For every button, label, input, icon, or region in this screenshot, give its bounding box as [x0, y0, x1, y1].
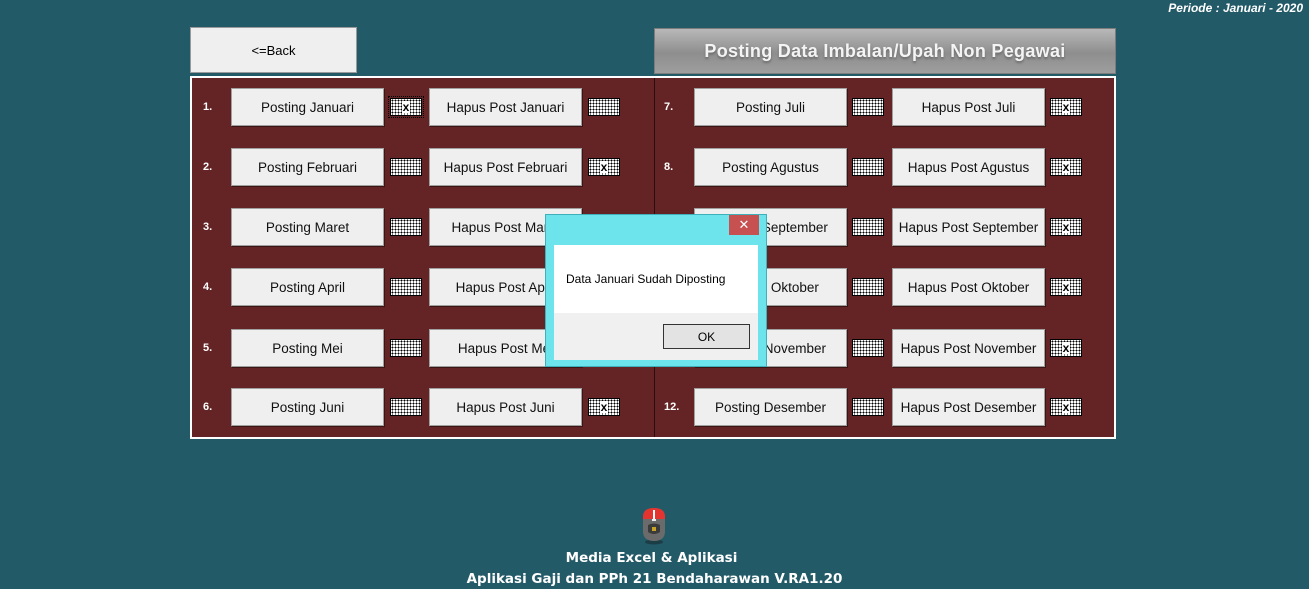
- posting-checkbox[interactable]: [390, 218, 422, 236]
- row-number: 3.: [203, 221, 213, 233]
- hapus-post-button[interactable]: Hapus Post Juni: [429, 388, 582, 426]
- hapus-checkbox[interactable]: x: [1050, 339, 1082, 357]
- message-dialog: ✕ Data Januari Sudah Diposting OK: [545, 214, 767, 367]
- hapus-post-button[interactable]: Hapus Post Agustus: [892, 148, 1045, 186]
- checkbox-mark: x: [1061, 100, 1071, 114]
- hapus-post-button[interactable]: Hapus Post November: [892, 329, 1045, 367]
- posting-button[interactable]: Posting Maret: [231, 208, 384, 246]
- periode-label: Periode : Januari - 2020: [1168, 1, 1303, 15]
- hapus-checkbox[interactable]: x: [1050, 218, 1082, 236]
- hapus-checkbox[interactable]: x: [1050, 278, 1082, 296]
- row-number: 2.: [203, 161, 213, 173]
- posting-button[interactable]: Posting Juli: [694, 88, 847, 126]
- row-number: 6.: [203, 401, 213, 413]
- checkbox-mark: x: [1061, 280, 1071, 294]
- footer-company: Media Excel & Aplikasi: [565, 550, 738, 566]
- row-number: 5.: [203, 342, 213, 354]
- row-number: 4.: [203, 281, 213, 293]
- posting-button[interactable]: Posting Agustus: [694, 148, 847, 186]
- posting-checkbox[interactable]: [852, 398, 884, 416]
- posting-checkbox[interactable]: [852, 278, 884, 296]
- checkbox-mark: x: [599, 160, 609, 174]
- posting-checkbox[interactable]: [852, 218, 884, 236]
- hapus-post-button[interactable]: Hapus Post Desember: [892, 388, 1045, 426]
- hapus-checkbox[interactable]: x: [1050, 398, 1082, 416]
- checkbox-mark: x: [1061, 341, 1071, 355]
- row-number: 1.: [203, 101, 213, 113]
- dialog-body: Data Januari Sudah Diposting OK: [554, 245, 758, 360]
- posting-button[interactable]: Posting Mei: [231, 329, 384, 367]
- posting-checkbox[interactable]: [852, 339, 884, 357]
- hapus-checkbox[interactable]: x: [1050, 98, 1082, 116]
- posting-checkbox[interactable]: [390, 158, 422, 176]
- posting-button[interactable]: Posting April: [231, 268, 384, 306]
- row-number: 7.: [664, 101, 674, 113]
- dialog-message-area: Data Januari Sudah Diposting: [554, 245, 758, 313]
- hapus-checkbox[interactable]: x: [588, 398, 620, 416]
- hapus-post-button[interactable]: Hapus Post Juli: [892, 88, 1045, 126]
- close-icon[interactable]: ✕: [729, 215, 759, 235]
- posting-checkbox[interactable]: [852, 98, 884, 116]
- posting-button[interactable]: Posting Juni: [231, 388, 384, 426]
- ok-button[interactable]: OK: [663, 324, 750, 349]
- mouse-icon: [643, 508, 665, 545]
- row-number: 12.: [664, 401, 680, 413]
- page-title: Posting Data Imbalan/Upah Non Pegawai: [704, 40, 1066, 61]
- posting-checkbox[interactable]: [390, 398, 422, 416]
- checkbox-mark: x: [1061, 400, 1071, 414]
- posting-checkbox[interactable]: [852, 158, 884, 176]
- checkbox-mark: x: [599, 400, 609, 414]
- page-title-banner: Posting Data Imbalan/Upah Non Pegawai: [654, 28, 1116, 74]
- hapus-post-button[interactable]: Hapus Post September: [892, 208, 1045, 246]
- back-button[interactable]: <=Back: [190, 27, 357, 73]
- posting-button[interactable]: Posting Januari: [231, 88, 384, 126]
- row-number: 8.: [664, 161, 674, 173]
- hapus-post-button[interactable]: Hapus Post Oktober: [892, 268, 1045, 306]
- posting-button[interactable]: Posting Februari: [231, 148, 384, 186]
- hapus-checkbox[interactable]: [588, 98, 620, 116]
- checkbox-mark: x: [1061, 220, 1071, 234]
- posting-button[interactable]: Posting Desember: [694, 388, 847, 426]
- posting-checkbox[interactable]: [390, 339, 422, 357]
- hapus-post-button[interactable]: Hapus Post Februari: [429, 148, 582, 186]
- dialog-message: Data Januari Sudah Diposting: [566, 272, 726, 286]
- footer-app-version: Aplikasi Gaji dan PPh 21 Bendaharawan V.…: [466, 571, 843, 587]
- hapus-post-button[interactable]: Hapus Post Januari: [429, 88, 582, 126]
- hapus-checkbox[interactable]: x: [1050, 158, 1082, 176]
- checkbox-mark: x: [401, 100, 411, 114]
- hapus-checkbox[interactable]: x: [588, 158, 620, 176]
- checkbox-mark: x: [1061, 160, 1071, 174]
- posting-checkbox[interactable]: [390, 278, 422, 296]
- posting-checkbox[interactable]: x: [388, 96, 424, 118]
